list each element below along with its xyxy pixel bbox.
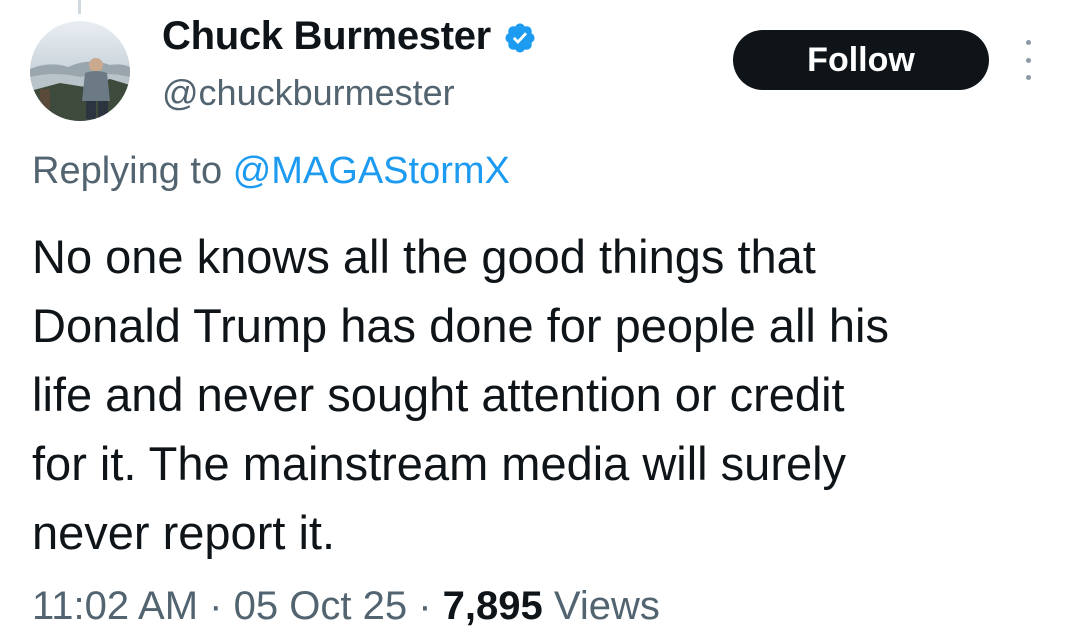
follow-button[interactable]: Follow xyxy=(733,30,989,90)
author-display-name[interactable]: Chuck Burmester xyxy=(162,14,537,59)
avatar-photo xyxy=(30,21,130,121)
thread-connector-line xyxy=(78,0,81,14)
views-label: Views xyxy=(553,584,660,628)
views-count[interactable]: 7,895 xyxy=(443,584,543,628)
tweet-text: No one knows all the good things that Do… xyxy=(32,230,889,559)
meta-separator: · xyxy=(209,584,223,628)
tweet-metadata: 11:02 AM · 05 Oct 25 · 7,895 Views xyxy=(32,584,660,629)
avatar[interactable] xyxy=(30,21,130,121)
author-handle[interactable]: @chuckburmester xyxy=(162,72,455,114)
replying-to-label: Replying to xyxy=(32,150,223,192)
meta-separator: · xyxy=(418,584,432,628)
tweet-date[interactable]: 05 Oct 25 xyxy=(234,584,407,628)
more-vertical-icon[interactable] xyxy=(1018,40,1038,80)
verified-badge-icon[interactable] xyxy=(503,20,537,54)
replying-to: Replying to @MAGAStormX xyxy=(32,150,510,193)
reply-target-link[interactable]: @MAGAStormX xyxy=(233,150,510,192)
tweet-time[interactable]: 11:02 AM xyxy=(32,584,198,628)
author-name-text[interactable]: Chuck Burmester xyxy=(162,14,491,59)
